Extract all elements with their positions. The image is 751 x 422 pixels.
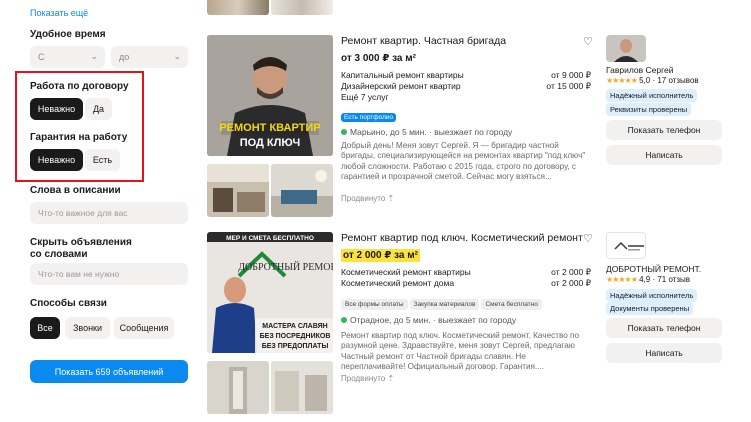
listing-price: от 3 000 ₽ за м² xyxy=(341,53,416,64)
hide-filter-title-line2: со словами xyxy=(30,249,88,260)
highlight-box xyxy=(15,71,144,182)
verified-badge: Реквизиты проверены xyxy=(606,103,692,116)
favorite-heart-icon[interactable]: ♡ xyxy=(583,232,593,245)
seller-name[interactable]: ДОБРОТНЫЙ РЕМОНТ. xyxy=(606,264,701,274)
listing-description: Добрый день! Меня зовут Сергей. Я — бриг… xyxy=(341,141,586,182)
listing-info: Ремонт квартир под ключ. Косметический р… xyxy=(341,232,591,384)
location-text: Отрадное, до 5 мин. · выезжает по городу xyxy=(350,315,517,325)
seller-logo[interactable] xyxy=(606,232,646,259)
materials-tag: Закупка материалов xyxy=(409,299,480,310)
payment-tag: Все формы оплаты xyxy=(341,299,408,310)
seller-rating: ★★★★★ 4,9 · 71 отзыв xyxy=(606,275,691,284)
more-services-link[interactable]: Ещё 7 услуг xyxy=(341,92,591,103)
service-price: от 15 000 ₽ xyxy=(546,81,591,91)
photo-line2: БЕЗ ПОСРЕДНИКОВ xyxy=(260,333,331,340)
seller-avatar[interactable] xyxy=(606,35,646,62)
photo-line3: БЕЗ ПРЕДОПЛАТЫ xyxy=(262,343,329,350)
metro-dot-icon xyxy=(341,129,347,135)
listing-card: МЕР И СМЕТА БЕСПЛАТНО ДОБРОТНЫЙ РЕМОНТ М… xyxy=(207,232,727,422)
words-filter-title: Слова в описании xyxy=(30,185,121,196)
listing-main-photo[interactable]: МЕР И СМЕТА БЕСПЛАТНО ДОБРОТНЫЙ РЕМОНТ М… xyxy=(207,232,333,353)
listing-location: Отрадное, до 5 мин. · выезжает по городу xyxy=(341,315,591,326)
listing-thumb-photo[interactable] xyxy=(207,361,269,414)
reliable-badge: Надёжный исполнитель xyxy=(606,289,698,302)
service-row: Дизайнерский ремонт квартир от 15 000 ₽ xyxy=(341,81,591,92)
show-phone-button[interactable]: Показать телефон xyxy=(606,120,722,140)
photo-line1: МАСТЕРА СЛАВЯН xyxy=(262,323,327,330)
words-input[interactable]: Что-то важное для вас xyxy=(30,202,188,224)
listing-card: РЕМОНТ КВАРТИР ПОД КЛЮЧ Ремонт квартир. … xyxy=(207,35,727,220)
time-to-select[interactable]: до ⌄ xyxy=(111,46,188,68)
hide-filter-title-line1: Скрыть объявления xyxy=(30,237,132,248)
listing-price: от 2 000 ₽ за м² xyxy=(341,249,420,262)
prev-listing-thumb[interactable] xyxy=(207,0,269,15)
rating-stars-icon: ★★★★★ xyxy=(606,76,638,85)
favorite-heart-icon[interactable]: ♡ xyxy=(583,35,593,48)
service-name: Косметический ремонт дома xyxy=(341,278,455,288)
listing-thumb-photo[interactable] xyxy=(207,164,269,217)
promoted-label: Продвинуто ⇡ xyxy=(341,374,395,383)
service-price: от 9 000 ₽ xyxy=(551,70,591,80)
write-message-button[interactable]: Написать xyxy=(606,145,722,165)
listing-main-photo[interactable]: РЕМОНТ КВАРТИР ПОД КЛЮЧ xyxy=(207,35,333,156)
metro-dot-icon xyxy=(341,317,347,323)
listing-location: Марьино, до 5 мин. · выезжает по городу xyxy=(341,127,591,138)
time-from-value: С xyxy=(38,52,45,62)
hide-words-input[interactable]: Что-то вам не нужно xyxy=(30,263,188,285)
time-filter-title: Удобное время xyxy=(30,29,106,40)
filters-sidebar: Показать ещё Удобное время С ⌄ до ⌄ Рабо… xyxy=(30,0,190,422)
photo-top-banner: МЕР И СМЕТА БЕСПЛАТНО xyxy=(226,235,314,242)
contact-all-button[interactable]: Все xyxy=(30,317,60,339)
time-to-value: до xyxy=(119,52,130,62)
service-row: Капитальный ремонт квартиры от 9 000 ₽ xyxy=(341,70,591,81)
service-name: Дизайнерский ремонт квартир xyxy=(341,81,461,91)
photo-banner-line2: ПОД КЛЮЧ xyxy=(240,137,301,149)
show-results-button[interactable]: Показать 659 объявлений xyxy=(30,360,188,383)
reliable-badge: Надёжный исполнитель xyxy=(606,89,698,102)
promoted-label: Продвинуто ⇡ xyxy=(341,194,395,203)
seller-name[interactable]: Гаврилов Сергей xyxy=(606,65,674,75)
service-name: Косметический ремонт квартиры xyxy=(341,267,471,277)
contact-calls-button[interactable]: Звонки xyxy=(65,317,110,339)
hide-filter-title: Скрыть объявления со словами xyxy=(30,237,132,261)
chevron-down-icon: ⌄ xyxy=(173,51,181,61)
write-message-button[interactable]: Написать xyxy=(606,343,722,363)
contact-filter-title: Способы связи xyxy=(30,298,107,309)
rating-stars-icon: ★★★★★ xyxy=(606,275,638,284)
listing-thumb-photo[interactable] xyxy=(271,361,333,414)
listing-info: Ремонт квартир. Частная бригада от 3 000… xyxy=(341,35,591,204)
location-text: Марьино, до 5 мин. · выезжает по городу xyxy=(350,127,513,137)
listing-title[interactable]: Ремонт квартир. Частная бригада xyxy=(341,35,591,48)
photo-banner-line1: РЕМОНТ КВАРТИР xyxy=(219,122,320,134)
listing-title[interactable]: Ремонт квартир под ключ. Косметический р… xyxy=(341,232,591,245)
promoted-icon: ⇡ xyxy=(387,194,395,203)
service-row: Косметический ремонт квартиры от 2 000 ₽ xyxy=(341,267,591,278)
time-from-select[interactable]: С ⌄ xyxy=(30,46,105,68)
seller-rating: ★★★★★ 5,0 · 17 отзывов xyxy=(606,76,699,85)
photo-brand: ДОБРОТНЫЙ РЕМОНТ xyxy=(238,261,333,273)
listing-thumb-photo[interactable] xyxy=(271,164,333,217)
listing-description: Ремонт квартир под ключ. Косметический р… xyxy=(341,331,580,372)
contact-messages-button[interactable]: Сообщения xyxy=(114,317,174,339)
service-row: Косметический ремонт дома от 2 000 ₽ xyxy=(341,278,591,289)
show-more-link[interactable]: Показать ещё xyxy=(30,8,88,18)
service-price: от 2 000 ₽ xyxy=(551,278,591,288)
estimate-tag: Смета бесплатно xyxy=(481,299,542,310)
verified-badge: Документы проверены xyxy=(606,302,694,315)
promoted-icon: ⇡ xyxy=(387,374,395,383)
portfolio-tag: Есть портфолио xyxy=(341,113,397,122)
service-name: Капитальный ремонт квартиры xyxy=(341,70,464,80)
show-phone-button[interactable]: Показать телефон xyxy=(606,318,722,338)
service-price: от 2 000 ₽ xyxy=(551,267,591,277)
prev-listing-thumb[interactable] xyxy=(271,0,333,15)
chevron-down-icon: ⌄ xyxy=(90,51,98,61)
